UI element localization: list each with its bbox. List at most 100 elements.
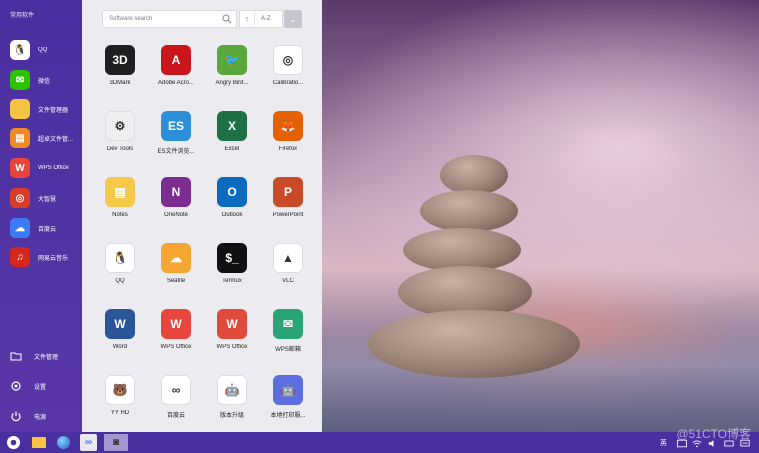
baidu-cloud-icon: ∞ — [161, 375, 191, 405]
sidebar-item-file-manage[interactable]: 文件管理 — [10, 349, 58, 363]
app-tile[interactable]: ◎ Calibratio... — [258, 45, 318, 105]
taskbar-camera[interactable]: ◙ — [104, 434, 128, 451]
start-button[interactable] — [5, 434, 22, 451]
search-icon[interactable] — [222, 14, 232, 24]
calibration-icon: ◎ — [273, 45, 303, 75]
app-label: PowerPoint — [272, 212, 304, 218]
app-tile[interactable]: $_ Termux — [202, 243, 262, 303]
sidebar-item-label: 微信 — [38, 78, 51, 85]
app-label: Excel — [224, 146, 240, 152]
app-tile[interactable]: ES ES文件浏览... — [146, 111, 206, 171]
print-service-icon: 🤖 — [273, 375, 303, 405]
termux-icon: $_ — [217, 243, 247, 273]
taskbar-baidu-cloud[interactable]: ∞ — [80, 434, 97, 451]
app-tile[interactable]: ⚙ Dev Tools — [90, 111, 150, 171]
app-label: QQ — [115, 278, 125, 284]
app-tile[interactable]: ▲ VLC — [258, 243, 318, 303]
app-tile[interactable]: 🐦 Angry Bird... — [202, 45, 262, 105]
camera-icon: ◙ — [112, 437, 120, 448]
app-label: WPS Office — [216, 344, 248, 350]
app-tile[interactable]: ∞ 百度云 — [146, 375, 206, 435]
app-label: Firefox — [278, 146, 298, 152]
app-tile[interactable]: 3D 3DMark — [90, 45, 150, 105]
app-label: WPS Office — [160, 344, 192, 350]
app-label: Calibratio... — [272, 80, 304, 86]
sort-label: A-Z — [261, 16, 271, 22]
app-tile[interactable]: O Outlook — [202, 177, 262, 237]
sidebar-item-label: 网易云音乐 — [38, 255, 69, 262]
baidu-cloud-icon: ☁ — [10, 218, 30, 238]
app-drawer: Software search ↑ A-Z ⌄ 3D 3DMark A Adobe A… — [82, 0, 322, 432]
tray-ime[interactable]: 英 — [660, 437, 667, 449]
app-tile[interactable]: A Adobe Acro... — [146, 45, 206, 105]
app-tile[interactable]: 🐻 YY HD — [90, 375, 150, 435]
sidebar-item[interactable]: ♫ 网易云音乐 — [10, 246, 80, 268]
sidebar-item-label: WPS Office — [38, 165, 69, 171]
sidebar-item-settings[interactable]: 设置 — [10, 379, 46, 393]
app-label: YY HD — [110, 410, 130, 416]
app-label: Word — [112, 344, 128, 350]
sidebar-item-power[interactable]: 电源 — [10, 409, 46, 423]
sort-dropdown-button[interactable]: ⌄ — [284, 10, 302, 28]
sidebar-item-label: 文件管理器 — [38, 107, 69, 114]
taskbar-file-manager[interactable] — [30, 434, 47, 451]
angry-birds-icon: 🐦 — [217, 45, 247, 75]
sidebar-item[interactable]: ✉ 微信 — [10, 69, 80, 91]
app-label: 本地打印服... — [270, 413, 306, 419]
dazhihui-icon: ◎ — [10, 188, 30, 208]
app-label: 百度云 — [166, 413, 185, 419]
app-label: Seafile — [166, 278, 186, 284]
3dmark-icon: 3D — [105, 45, 135, 75]
app-tile[interactable]: X Excel — [202, 111, 262, 171]
baidu-cloud-icon: ∞ — [84, 437, 93, 448]
app-tile[interactable]: P PowerPoint — [258, 177, 318, 237]
sidebar-bottom-label: 文件管理 — [34, 354, 59, 361]
globe-icon — [57, 436, 70, 449]
sidebar-item[interactable]: W WPS Office — [10, 157, 80, 179]
sidebar-item-label: 大智慧 — [38, 196, 57, 203]
es-explorer-icon: ES — [161, 111, 191, 141]
sort-arrow-up-icon: ↑ — [244, 14, 250, 24]
sidebar-item[interactable]: ▤ 超卓文件管... — [10, 127, 80, 149]
seafile-icon: ☁ — [161, 243, 191, 273]
app-tile[interactable]: 🦊 Firefox — [258, 111, 318, 171]
app-tile[interactable]: ✉ WPS邮箱 — [258, 309, 318, 369]
software-search-input[interactable]: Software search — [102, 10, 237, 28]
app-tile[interactable]: N OneNote — [146, 177, 206, 237]
app-tile[interactable]: W WPS Office — [146, 309, 206, 369]
wps-icon: W — [10, 158, 30, 178]
app-tile[interactable]: 🤖 版本升级 — [202, 375, 262, 435]
folder-outline-icon — [10, 352, 22, 361]
ime-indicator: 英 — [660, 440, 667, 447]
qq-icon: 🐧 — [105, 243, 135, 273]
notes-icon: ▤ — [105, 177, 135, 207]
firefox-icon: 🦊 — [273, 111, 303, 141]
sidebar-item-label: 百度云 — [38, 226, 57, 233]
app-label: 3DMark — [109, 80, 131, 86]
wallpaper-stone — [420, 190, 518, 232]
taskbar-browser[interactable] — [55, 434, 72, 451]
app-label: Angry Bird... — [215, 80, 249, 86]
sidebar-item[interactable]: 🐧 QQ — [10, 39, 80, 61]
sidebar-item[interactable]: 文件管理器 — [10, 98, 80, 120]
app-tile[interactable]: ☁ Seafile — [146, 243, 206, 303]
sidebar-item[interactable]: ☁ 百度云 — [10, 217, 80, 239]
outlook-icon: O — [217, 177, 247, 207]
adobe-acrobat-icon: A — [161, 45, 191, 75]
app-tile[interactable]: 🐧 QQ — [90, 243, 150, 303]
vlc-icon: ▲ — [273, 243, 303, 273]
app-tile[interactable]: 🤖 本地打印服... — [258, 375, 318, 435]
wps-office-icon: W — [161, 309, 191, 339]
chevron-down-icon: ⌄ — [289, 14, 297, 24]
app-tile[interactable]: W Word — [90, 309, 150, 369]
sort-order-field[interactable]: ↑ A-Z — [239, 10, 283, 28]
app-tile[interactable]: ▤ Notes — [90, 177, 150, 237]
app-tile[interactable]: W WPS Office — [202, 309, 262, 369]
sidebar-item[interactable]: ◎ 大智慧 — [10, 187, 80, 209]
wechat-icon: ✉ — [10, 70, 30, 90]
netease-music-icon: ♫ — [10, 247, 30, 267]
android-upgrade-icon: 🤖 — [217, 375, 247, 405]
yy-hd-icon: 🐻 — [105, 375, 135, 405]
folder-icon — [10, 99, 30, 119]
power-icon — [11, 411, 21, 422]
